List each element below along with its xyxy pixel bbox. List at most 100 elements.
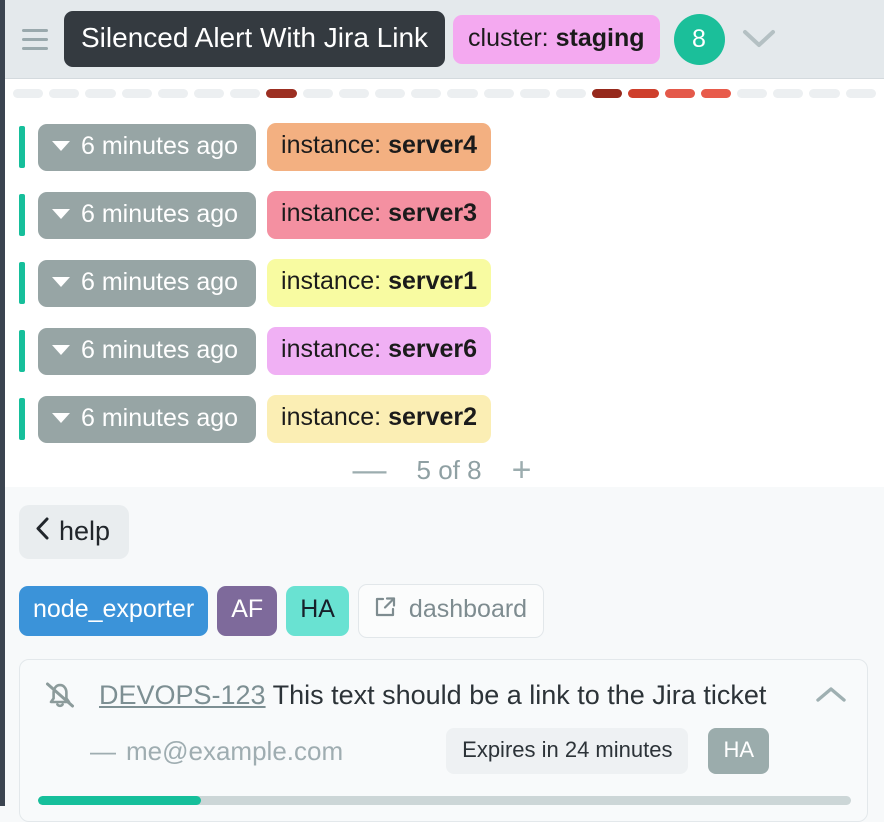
alert-instance-value: server6 xyxy=(388,335,478,363)
hamburger-icon[interactable] xyxy=(18,22,52,56)
detail-tag-label: HA xyxy=(300,595,335,623)
alert-list: 6 minutes ago instance: server4 6 minutes … xyxy=(0,107,884,453)
history-segment[interactable] xyxy=(375,88,406,98)
history-segment[interactable] xyxy=(737,88,768,98)
silence-description-text: This text should be a link to the Jira t… xyxy=(272,679,767,710)
alert-time-chip[interactable]: 6 minutes ago xyxy=(38,123,257,171)
history-segment[interactable] xyxy=(230,88,261,98)
history-segment[interactable] xyxy=(556,88,587,98)
cluster-label-chip[interactable]: cluster: staging xyxy=(453,14,660,64)
history-segment[interactable] xyxy=(592,88,623,98)
history-segment[interactable] xyxy=(664,88,695,98)
caret-down-icon xyxy=(52,345,70,355)
alert-instance-key: instance: xyxy=(281,403,389,431)
detail-tag-label: AF xyxy=(231,595,264,623)
detail-tag-af[interactable]: AF xyxy=(217,586,278,636)
silence-header: DEVOPS-123 This text should be a link to… xyxy=(38,678,851,712)
alert-time-label: 6 minutes ago xyxy=(81,403,239,432)
history-segment[interactable] xyxy=(194,88,225,98)
bell-slash-icon[interactable] xyxy=(42,678,78,712)
cluster-label-value: staging xyxy=(555,23,645,52)
history-segment[interactable] xyxy=(411,88,442,98)
alert-row-accent xyxy=(19,262,25,304)
silence-owner-email: me@example.com xyxy=(126,735,344,766)
pagination-decrease-button[interactable]: — xyxy=(349,453,391,487)
history-segment[interactable] xyxy=(628,88,659,98)
alert-row[interactable]: 6 minutes ago instance: server1 xyxy=(0,249,884,317)
alert-row-accent xyxy=(19,330,25,372)
silence-ha-badge[interactable]: HA xyxy=(708,728,770,774)
pagination-status: 5 of 8 xyxy=(416,454,482,485)
alert-row-accent xyxy=(19,398,25,440)
silence-owner-dash: — xyxy=(90,735,116,766)
alert-instance-chip[interactable]: instance: server1 xyxy=(267,259,492,307)
alert-instance-key: instance: xyxy=(281,335,389,363)
history-segment[interactable] xyxy=(519,88,551,98)
detail-pane: help node_exporter AF HA dashboard DEVOPS-1… xyxy=(0,487,884,822)
alert-row[interactable]: 6 minutes ago instance: server6 xyxy=(0,317,884,385)
alert-time-label: 6 minutes ago xyxy=(81,267,239,296)
detail-tag-node-exporter[interactable]: node_exporter xyxy=(19,586,209,636)
silence-card: DEVOPS-123 This text should be a link to… xyxy=(19,659,868,822)
history-segment[interactable] xyxy=(338,88,370,98)
alert-instance-chip[interactable]: instance: server3 xyxy=(267,191,492,239)
history-segment[interactable] xyxy=(773,88,804,98)
caret-down-icon xyxy=(52,141,70,151)
help-back-button[interactable]: help xyxy=(19,505,130,559)
detail-tag-label: dashboard xyxy=(408,595,528,623)
alert-instance-chip[interactable]: instance: server6 xyxy=(267,327,492,375)
history-segment[interactable] xyxy=(483,88,514,98)
left-rail xyxy=(0,0,5,806)
alert-instance-key: instance: xyxy=(281,131,389,159)
history-segment[interactable] xyxy=(845,88,876,98)
alert-instance-chip[interactable]: instance: server2 xyxy=(267,395,492,443)
caret-down-icon xyxy=(52,413,70,423)
alert-time-chip[interactable]: 6 minutes ago xyxy=(38,191,257,239)
jira-ticket-link[interactable]: DEVOPS-123 xyxy=(99,680,266,710)
help-back-label: help xyxy=(59,515,111,546)
tag-row: node_exporter AF HA dashboard xyxy=(19,584,868,638)
silence-owner: — me@example.com xyxy=(90,736,343,767)
alert-instance-key: instance: xyxy=(281,199,389,227)
history-segment[interactable] xyxy=(13,88,44,98)
alert-row[interactable]: 6 minutes ago instance: server2 xyxy=(0,385,884,453)
alert-row[interactable]: 6 minutes ago instance: server3 xyxy=(0,181,884,249)
history-segment[interactable] xyxy=(157,88,189,98)
pagination-controls: — 5 of 8 + xyxy=(0,453,884,487)
history-segment[interactable] xyxy=(447,88,478,98)
alert-row[interactable]: 6 minutes ago instance: server4 xyxy=(0,113,884,181)
history-segment[interactable] xyxy=(266,88,297,98)
detail-tag-ha[interactable]: HA xyxy=(286,586,349,636)
alert-time-label: 6 minutes ago xyxy=(81,131,239,160)
alert-time-chip[interactable]: 6 minutes ago xyxy=(38,259,257,307)
app-header: Silenced Alert With Jira Link cluster: s… xyxy=(0,0,884,79)
history-segment[interactable] xyxy=(302,88,333,98)
history-segment[interactable] xyxy=(121,88,152,98)
history-segment[interactable] xyxy=(809,88,840,98)
cluster-label-key: cluster: xyxy=(468,23,549,52)
history-segment[interactable] xyxy=(49,88,80,98)
alert-time-chip[interactable]: 6 minutes ago xyxy=(38,327,257,375)
chevron-up-icon[interactable] xyxy=(811,678,851,712)
detail-tag-dashboard[interactable]: dashboard xyxy=(357,584,545,638)
detail-tag-label: node_exporter xyxy=(33,595,195,623)
alert-title-chip[interactable]: Silenced Alert With Jira Link xyxy=(64,11,446,67)
caret-down-icon xyxy=(52,277,70,287)
silence-expires-badge[interactable]: Expires in 24 minutes xyxy=(446,728,689,774)
pagination-increase-button[interactable]: + xyxy=(508,453,536,487)
app-root: Silenced Alert With Jira Link cluster: s… xyxy=(0,0,884,822)
chevron-down-icon[interactable] xyxy=(739,19,779,59)
silence-progress-bar[interactable] xyxy=(38,796,851,805)
chevron-left-icon xyxy=(35,516,50,546)
alert-count-badge[interactable]: 8 xyxy=(673,13,725,65)
history-segment[interactable] xyxy=(85,88,116,98)
history-segment[interactable] xyxy=(700,88,732,98)
alert-time-chip[interactable]: 6 minutes ago xyxy=(38,395,257,443)
alert-time-label: 6 minutes ago xyxy=(81,335,239,364)
alert-instance-value: server3 xyxy=(388,199,478,227)
external-link-icon xyxy=(373,595,397,624)
alert-row-accent xyxy=(19,194,25,236)
alert-instance-key: instance: xyxy=(281,267,389,295)
silence-meta-row: — me@example.com Expires in 24 minutes HA xyxy=(38,728,851,774)
alert-instance-chip[interactable]: instance: server4 xyxy=(267,123,492,171)
